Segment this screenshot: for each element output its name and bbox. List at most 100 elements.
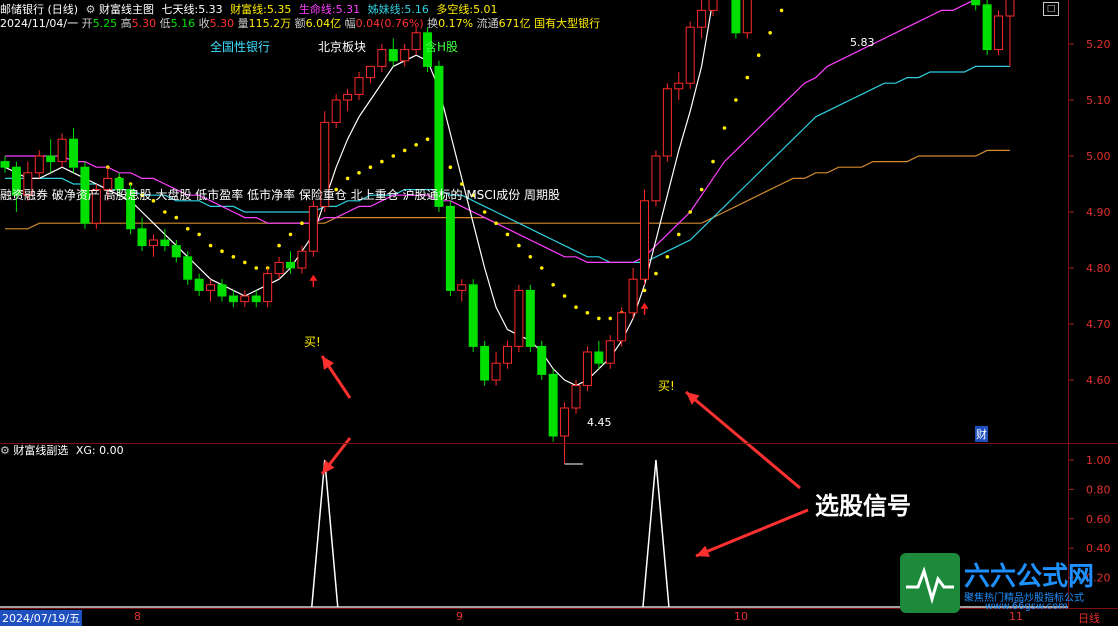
candle-up (994, 15, 1004, 51)
candle-up (617, 312, 627, 342)
caifu-dot (597, 316, 601, 321)
sector-label[interactable]: 国有大型银行 (534, 17, 600, 30)
y-tick-label: 5.00 (1086, 150, 1111, 163)
candle-up (560, 407, 570, 437)
caifu-dot (711, 159, 715, 164)
caifu-dot (448, 165, 453, 169)
caifu-dot (562, 294, 567, 298)
candle-up (514, 289, 524, 347)
duokong-value: 5.01 (473, 3, 498, 16)
pointer-arrow-buy2 (685, 390, 801, 490)
candle-up (605, 340, 615, 364)
candle-up (206, 284, 216, 291)
cai-badge[interactable]: 财 (975, 426, 988, 442)
caifu-dot (494, 221, 498, 225)
candle-down (548, 373, 558, 437)
y-tick-label: 4.70 (1086, 318, 1111, 331)
candle-up (274, 261, 284, 275)
sub-y-tick-label: 1.00 (1086, 454, 1111, 467)
candle-up (377, 49, 387, 67)
pointer-arrow-signal2 (695, 508, 809, 558)
open-label: 开 (81, 17, 93, 30)
candle-up (411, 32, 421, 51)
xg-value: 0.00 (99, 444, 124, 457)
candle-down (251, 295, 261, 303)
sub-panel-header: ⚙ 财富线副选 XG: 0.00 (0, 444, 124, 458)
caifu-dot (243, 260, 247, 265)
candle-down (971, 0, 981, 6)
caifu-dot (688, 210, 692, 214)
candle-down (137, 228, 147, 247)
caifu-dot (288, 232, 293, 237)
caifu-dot (482, 210, 487, 214)
sub-settings-icon[interactable]: ⚙ (0, 444, 10, 457)
candle-up (148, 239, 158, 247)
y-axis-divider (1068, 0, 1069, 608)
candle-up (685, 26, 695, 84)
caifu-dot (380, 159, 384, 164)
quote-date: 2024/11/04/一 (0, 17, 79, 30)
buy-label-2: 买! (658, 379, 675, 393)
y-tick-label: 4.80 (1086, 262, 1111, 275)
signal-callout: 选股信号 (815, 492, 911, 520)
main-indicator-label[interactable]: 财富线主图 (99, 3, 154, 16)
caifu-dot (163, 210, 167, 214)
stock-title[interactable]: 邮储银行 (日线) (0, 3, 78, 16)
xg-label: XG: (75, 444, 96, 457)
xg-signal-spike (642, 459, 670, 608)
amount-value: 6.04亿 (305, 17, 342, 30)
settings-icon[interactable]: ⚙ (86, 3, 96, 16)
tag-national-bank[interactable]: 全国性银行 (210, 38, 270, 55)
candle-up (331, 99, 341, 123)
month-label-9: 9 (456, 610, 463, 623)
caifu-dot (277, 243, 281, 248)
candle-up (571, 385, 581, 409)
caifu-dot (414, 143, 418, 147)
y-tick-label: 4.60 (1086, 374, 1111, 387)
volume-label: 量 (237, 17, 249, 30)
pointer-arrow-buy1-head (322, 356, 335, 370)
caifu-dot (208, 243, 213, 248)
candle-up (457, 284, 467, 291)
candle-up (651, 155, 661, 202)
tag-h-share[interactable]: 含H股 (425, 38, 458, 55)
y-tick-label: 4.90 (1086, 206, 1111, 219)
candle-down (594, 351, 604, 364)
candle-up (708, 0, 718, 11)
turnover-value: 0.17% (438, 17, 474, 30)
candle-down (537, 345, 547, 375)
candle-up (34, 155, 44, 174)
close-value: 5.30 (209, 17, 235, 30)
high-label: 高 (120, 17, 132, 30)
caifu-dot (676, 232, 681, 237)
candle-up (343, 93, 353, 101)
pulse-icon (906, 566, 954, 605)
caifu-dot (768, 31, 772, 35)
candle-up (365, 65, 375, 79)
sub-panel-title[interactable]: 财富线副选 (13, 444, 68, 457)
high-price-label: 5.83 (850, 36, 875, 49)
candle-down (982, 4, 992, 51)
caifu-dot (185, 227, 190, 231)
change-value: 0.04(0.76%) (355, 17, 424, 30)
caifu-dot (756, 53, 761, 57)
main-candlestick-chart: 4.604.704.804.905.005.105.205.305.405.50… (0, 0, 1111, 608)
shengming-label: 生命线: (298, 3, 336, 16)
candle-up (628, 278, 638, 314)
candle-down (217, 284, 227, 297)
period-label[interactable]: 日线 (1078, 610, 1100, 626)
caifu-dot (368, 165, 373, 169)
turnover-label: 换 (427, 17, 439, 30)
candle-down (69, 138, 79, 168)
caifu-dot (231, 254, 236, 259)
month-label-10: 10 (734, 610, 748, 623)
caifu-dot (608, 316, 613, 321)
duokong-label: 多空线: (436, 3, 474, 16)
concept-list: 融资融券 破净资产 高股息股 大盘股 低市盈率 低市净率 保险重仓 北上重仓 沪… (0, 188, 561, 202)
candle-down (480, 345, 490, 381)
expand-icon[interactable]: □ (1043, 2, 1059, 16)
candle-up (582, 351, 592, 387)
tag-beijing[interactable]: 北京板块 (318, 38, 366, 55)
low-value: 5.16 (170, 17, 196, 30)
sub-y-tick-label: 0.60 (1086, 513, 1111, 526)
